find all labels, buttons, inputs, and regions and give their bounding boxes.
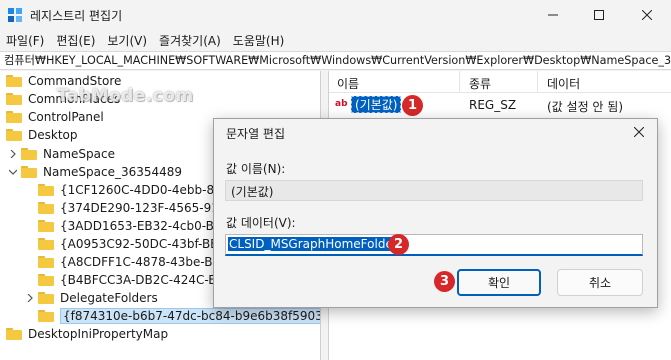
value-name-cell: (기본값) (351, 96, 402, 113)
list-row[interactable]: ab (기본값) REG_SZ (값 설정 안 됨) (329, 95, 671, 115)
tree-item[interactable]: NameSpace (8, 145, 115, 163)
window-title: 레지스트리 편집기 (30, 9, 123, 23)
tree-item[interactable]: {A8CDFF1C-4878-43be-B5F (38, 253, 227, 271)
folder-icon (6, 111, 22, 123)
folder-icon (6, 75, 22, 87)
step-badge-3: 3 (434, 271, 455, 292)
chevron-right-icon[interactable] (8, 149, 18, 159)
tree-item[interactable]: NameSpace_36354489 (8, 163, 182, 181)
address-bar[interactable]: 컴퓨터₩HKEY_LOCAL_MACHINE₩SOFTWARE₩Microsof… (0, 51, 671, 70)
title-bar: 레지스트리 편집기 (0, 0, 671, 30)
tree-item-label: NameSpace (43, 147, 115, 161)
folder-icon (38, 274, 54, 286)
minimize-icon (548, 14, 558, 16)
value-data-cell: (값 설정 안 됨) (547, 100, 624, 114)
step-badge-2: 2 (388, 234, 409, 255)
folder-icon (38, 202, 54, 214)
chevron-down-icon[interactable] (8, 167, 18, 177)
folder-icon (6, 93, 22, 105)
column-header-data[interactable]: 데이터 (547, 75, 580, 92)
tree-item-label: DesktopIniPropertyMap (28, 327, 169, 341)
folder-icon (38, 310, 54, 322)
value-data-label: 값 데이터(V): (226, 216, 296, 230)
tree-item-label: {B4BFCC3A-DB2C-424C-B0 (60, 273, 225, 287)
ok-button[interactable]: 확인 (457, 269, 541, 296)
tree-item[interactable]: {374DE290-123F-4565-916 (38, 199, 227, 217)
value-name-label: 값 이름(N): (226, 162, 286, 176)
folder-icon (21, 148, 37, 160)
column-divider[interactable] (459, 71, 460, 93)
tree-item-label: {f874310e-b6b7-47dc-bc84-b9e6b38f5903} (60, 308, 320, 324)
folder-icon (6, 328, 22, 340)
tree-item[interactable]: {3ADD1653-EB32-4cb0-BBD (38, 217, 231, 235)
list-header: 이름 종류 데이터 (329, 71, 671, 93)
chevron-right-icon[interactable] (25, 293, 35, 303)
dialog-close-button[interactable] (631, 124, 647, 140)
tree-item-label: {A0953C92-50DC-43bf-BE8 (60, 237, 226, 251)
menu-help[interactable]: 도움말(H) (233, 32, 285, 49)
folder-icon (38, 220, 54, 232)
tree-item[interactable]: {A0953C92-50DC-43bf-BE8 (38, 235, 225, 253)
tree-item-label: DelegateFolders (60, 291, 158, 305)
folder-icon (38, 256, 54, 268)
tree-item[interactable]: {B4BFCC3A-DB2C-424C-B0 (38, 271, 224, 289)
tree-item-label: {3ADD1653-EB32-4cb0-BBD (60, 219, 232, 233)
dialog-title: 문자열 편집 (226, 127, 286, 141)
column-header-name[interactable]: 이름 (337, 75, 359, 92)
close-icon (634, 127, 644, 137)
menu-bar: 파일(F) 편집(E) 보기(V) 즐겨찾기(A) 도움말(H) (0, 30, 671, 50)
value-data-selected-text: CLSID_MSGraphHomeFolder (228, 237, 399, 251)
watermark: TabMode.com (57, 86, 194, 106)
tree-item[interactable]: Desktop (6, 126, 78, 144)
step-badge-1: 1 (402, 95, 423, 116)
folder-icon (38, 292, 54, 304)
menu-view[interactable]: 보기(V) (107, 32, 147, 49)
menu-favorites[interactable]: 즐겨찾기(A) (159, 32, 221, 49)
column-header-type[interactable]: 종류 (469, 75, 491, 92)
cancel-button[interactable]: 취소 (557, 269, 643, 296)
tree-item-label: {374DE290-123F-4565-916 (60, 201, 227, 215)
folder-icon (21, 166, 37, 178)
tree-item-label: NameSpace_36354489 (43, 165, 183, 179)
tree-item-label: ControlPanel (28, 110, 104, 124)
minimize-button[interactable] (530, 0, 576, 30)
value-name-field: (기본값) (225, 180, 643, 201)
tree-item[interactable]: DelegateFolders (25, 289, 158, 307)
string-value-icon: ab (335, 99, 348, 109)
maximize-button[interactable] (576, 0, 622, 30)
folder-icon (6, 129, 22, 141)
close-icon (641, 10, 652, 20)
maximize-icon (594, 10, 604, 20)
value-data-input[interactable]: CLSID_MSGraphHomeFolder (225, 234, 643, 256)
tree-item[interactable]: {1CF1260C-4DD0-4ebb-811 (38, 181, 229, 199)
tree-item-label: {A8CDFF1C-4878-43be-B5F (60, 255, 228, 269)
column-divider[interactable] (537, 71, 538, 93)
folder-icon (38, 184, 54, 196)
tree-item-label: Desktop (28, 128, 78, 142)
tree-item[interactable]: ControlPanel (6, 108, 104, 126)
menu-file[interactable]: 파일(F) (6, 32, 44, 49)
close-button[interactable] (622, 0, 671, 30)
menu-edit[interactable]: 편집(E) (56, 32, 95, 49)
folder-icon (38, 238, 54, 250)
regedit-icon (8, 8, 22, 22)
tree-item[interactable]: DesktopIniPropertyMap (6, 325, 168, 343)
value-type-cell: REG_SZ (469, 98, 517, 112)
tree-item-selected[interactable]: {f874310e-b6b7-47dc-bc84-b9e6b38f5903} (38, 307, 320, 325)
tree-item-label: {1CF1260C-4DD0-4ebb-811 (60, 183, 230, 197)
